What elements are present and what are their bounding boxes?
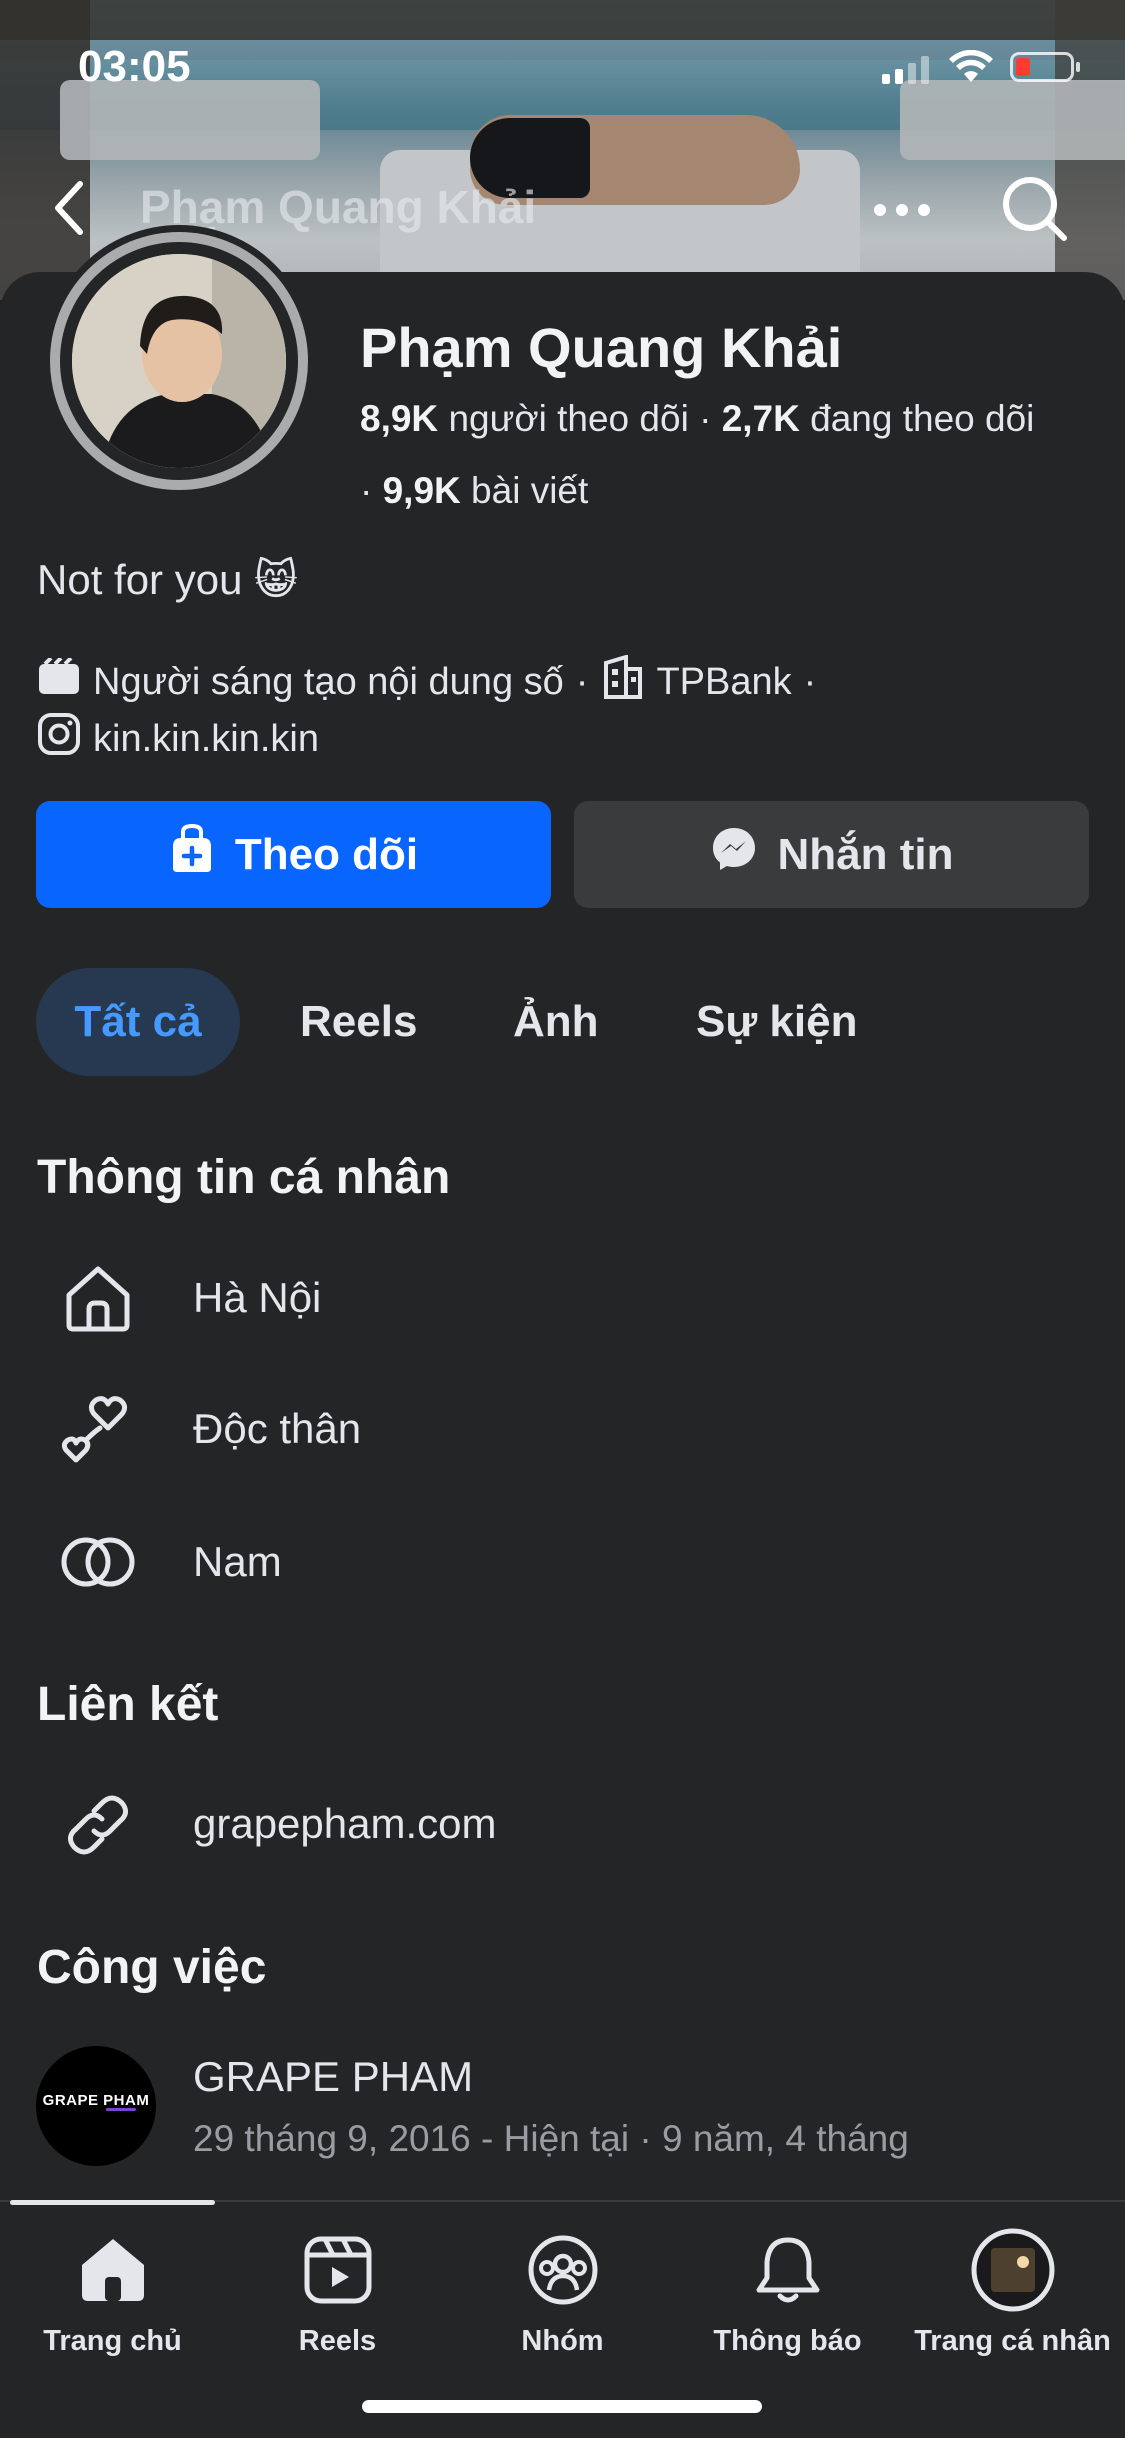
work-period: 29 tháng 9, 2016 - Hiện tại · 9 năm, 4 t… — [193, 2118, 909, 2159]
status-time: 03:05 — [78, 42, 191, 91]
home-indicator — [362, 2400, 762, 2413]
building-icon — [600, 654, 644, 709]
website-link[interactable]: grapepham.com — [193, 1800, 497, 1848]
tab-events[interactable]: Sự kiện — [696, 968, 857, 1076]
creator-category: Người sáng tạo nội dung số — [93, 660, 564, 703]
home-icon — [58, 1258, 138, 1338]
add-friend-icon — [169, 823, 215, 885]
relationship-text: Độc thân — [193, 1405, 362, 1452]
instagram-line[interactable]: kin.kin.kin.kin — [37, 712, 319, 766]
followers-label: người theo dõi — [448, 398, 689, 439]
profile-bio: Not for you 😸 — [37, 556, 298, 603]
follow-stats[interactable]: 8,9K người theo dõi · 2,7K đang theo dõi — [360, 398, 1034, 440]
gender-text: Nam — [193, 1538, 282, 1585]
link-icon — [58, 1785, 138, 1865]
nav-home[interactable]: Trang chủ — [0, 2225, 225, 2365]
company-logo-text: GRAPE PHAM — [42, 2092, 150, 2109]
posts-count: 9,9K — [382, 470, 461, 511]
nav-reels-label: Reels — [298, 2325, 377, 2357]
message-button[interactable]: Nhắn tin — [574, 801, 1089, 908]
company-logo[interactable]: GRAPE PHAM — [36, 2046, 156, 2166]
nav-reels[interactable]: Reels — [225, 2225, 450, 2365]
nav-notifications[interactable]: Thông báo — [675, 2225, 900, 2365]
location-text: Hà Nội — [193, 1274, 322, 1321]
active-tab-indicator — [10, 2200, 215, 2205]
profile-avatar[interactable] — [72, 254, 286, 468]
tab-photos[interactable]: Ảnh — [513, 968, 599, 1076]
tab-all[interactable]: Tất cả — [36, 968, 240, 1076]
message-label: Nhắn tin — [777, 829, 954, 879]
company-name[interactable]: GRAPE PHAM — [193, 2053, 473, 2101]
gender-rings-icon — [58, 1522, 138, 1602]
bell-icon — [743, 2225, 833, 2315]
follow-button[interactable]: Theo dõi — [36, 801, 551, 908]
posts-stats: · 9,9K bài viết — [360, 470, 589, 511]
nav-profile[interactable]: Trang cá nhân — [900, 2225, 1125, 2365]
nav-home-label: Trang chủ — [43, 2325, 182, 2357]
tab-reels[interactable]: Reels — [300, 968, 417, 1076]
follow-label: Theo dõi — [234, 829, 419, 879]
links-heading: Liên kết — [37, 1678, 219, 1731]
following-label: đang theo dõi — [810, 398, 1035, 439]
nav-notifications-label: Thông báo — [713, 2325, 862, 2357]
battery-icon — [1010, 52, 1080, 82]
posts-label: bài viết — [471, 470, 589, 511]
profile-avatar-icon — [968, 2225, 1058, 2315]
nav-groups[interactable]: Nhóm — [450, 2225, 675, 2365]
profile-name: Phạm Quang Khải — [360, 316, 843, 379]
personal-info-heading: Thông tin cá nhân — [37, 1151, 451, 1204]
work-heading: Công việc — [37, 1941, 267, 1994]
more-options-button[interactable] — [872, 192, 932, 228]
home-filled-icon — [68, 2225, 158, 2315]
messenger-icon — [710, 825, 758, 884]
workplace-link[interactable]: TPBank — [656, 661, 791, 704]
following-count: 2,7K — [721, 398, 800, 439]
back-button[interactable] — [50, 178, 100, 238]
wifi-icon — [948, 49, 994, 89]
clapperboard-icon — [37, 656, 81, 706]
profile-meta-line: Người sáng tạo nội dung số · TPBank · — [37, 654, 816, 709]
hearts-icon — [58, 1390, 138, 1470]
search-button[interactable] — [998, 172, 1070, 244]
instagram-icon — [37, 712, 81, 766]
cellular-signal-icon — [882, 56, 932, 84]
nav-profile-label: Trang cá nhân — [914, 2325, 1111, 2357]
instagram-handle: kin.kin.kin.kin — [93, 717, 319, 760]
groups-icon — [518, 2225, 608, 2315]
followers-count: 8,9K — [360, 398, 439, 439]
reels-icon — [293, 2225, 383, 2315]
nav-groups-label: Nhóm — [521, 2325, 604, 2357]
